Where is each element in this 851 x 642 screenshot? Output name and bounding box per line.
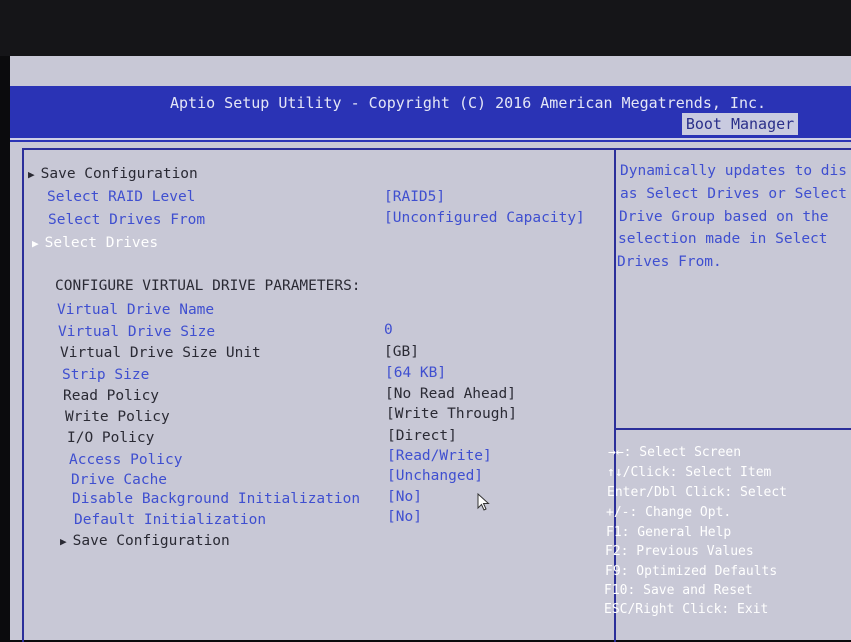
key-hint-save-reset: F10: Save and Reset: [604, 583, 753, 598]
key-hint-previous-values: F2: Previous Values: [605, 544, 754, 559]
menu-item-size-unit-label: Virtual Drive Size Unit: [60, 345, 261, 361]
menu-item-select-drives[interactable]: ▶ Select Drives: [32, 235, 158, 251]
key-hint-change-option: +/-: Change Opt.: [606, 505, 732, 520]
bios-screen: Aptio Setup Utility - Copyright (C) 2016…: [10, 56, 851, 642]
menu-item-virtual-drive-name[interactable]: Virtual Drive Name: [57, 302, 214, 318]
menu-item-save-configuration-bottom[interactable]: ▶ Save Configuration: [60, 533, 230, 549]
window-title: Aptio Setup Utility - Copyright (C) 2016…: [170, 94, 767, 112]
section-heading: CONFIGURE VIRTUAL DRIVE PARAMETERS:: [55, 278, 361, 294]
key-hint-optimized-defaults: F9: Optimized Defaults: [605, 564, 778, 579]
submenu-arrow-icon: ▶: [28, 168, 35, 181]
help-text-line: Drives From.: [617, 254, 722, 270]
write-policy-value[interactable]: [Write Through]: [386, 406, 517, 422]
menu-item-disable-bgi-label[interactable]: Disable Background Initialization: [72, 491, 360, 507]
help-text-line: selection made in Select: [618, 231, 828, 247]
help-text-line: Dynamically updates to dis: [620, 163, 847, 179]
menu-item-default-init-label[interactable]: Default Initialization: [74, 512, 266, 528]
raid-level-value[interactable]: [RAID5]: [384, 189, 445, 205]
menu-item-save-configuration-top[interactable]: ▶ Save Configuration: [28, 166, 198, 182]
read-policy-value[interactable]: [No Read Ahead]: [385, 386, 516, 402]
size-unit-value[interactable]: [GB]: [384, 344, 419, 360]
disable-bgi-value[interactable]: [No]: [387, 489, 422, 505]
menu-item-drives-from-label[interactable]: Select Drives From: [48, 212, 205, 228]
menu-item-drive-cache-label[interactable]: Drive Cache: [71, 472, 167, 488]
monitor-bezel: [0, 0, 851, 56]
header-bar: Aptio Setup Utility - Copyright (C) 2016…: [10, 86, 851, 142]
menu-item-strip-size-label[interactable]: Strip Size: [62, 367, 149, 383]
mouse-pointer-icon: [477, 493, 490, 511]
io-policy-value[interactable]: [Direct]: [387, 428, 457, 444]
tab-boot-manager[interactable]: Boot Manager: [682, 113, 798, 135]
help-text-line: Drive Group based on the: [619, 209, 829, 225]
menu-item-virtual-drive-size-label[interactable]: Virtual Drive Size: [58, 324, 215, 340]
virtual-drive-size-value[interactable]: 0: [384, 322, 393, 338]
menu-item-io-policy-label: I/O Policy: [67, 430, 155, 446]
key-hint-select-item: ↑↓/Click: Select Item: [607, 465, 772, 480]
strip-size-value[interactable]: [64 KB]: [385, 365, 446, 381]
key-hint-select-screen: →←: Select Screen: [608, 445, 742, 460]
menu-item-raid-level-label[interactable]: Select RAID Level: [47, 189, 195, 205]
menu-item-access-policy-label[interactable]: Access Policy: [69, 452, 183, 468]
drives-from-value[interactable]: [Unconfigured Capacity]: [384, 210, 585, 226]
access-policy-value[interactable]: [Read/Write]: [387, 448, 492, 464]
menu-item-read-policy-label: Read Policy: [63, 388, 160, 404]
submenu-arrow-icon: ▶: [60, 535, 67, 548]
menu-item-write-policy-label: Write Policy: [65, 409, 170, 425]
header-divider: [10, 138, 851, 140]
help-text-line: as Select Drives or Select: [620, 186, 847, 202]
submenu-arrow-icon: ▶: [32, 237, 39, 250]
key-hint-general-help: F1: General Help: [606, 525, 732, 540]
key-hint-exit: ESC/Right Click: Exit: [604, 602, 769, 617]
drive-cache-value[interactable]: [Unchanged]: [387, 468, 483, 484]
help-divider: [614, 428, 851, 430]
default-init-value[interactable]: [No]: [387, 509, 422, 525]
key-hint-enter: Enter/Dbl Click: Select: [607, 485, 788, 500]
